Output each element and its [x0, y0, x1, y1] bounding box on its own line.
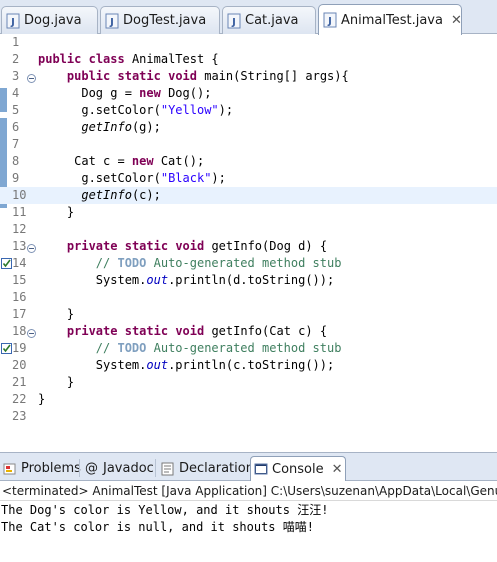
- tab-label: Declaration: [179, 461, 254, 476]
- line-number: 8: [12, 154, 20, 168]
- line-number: 9: [12, 171, 20, 185]
- code-line: 18 private static void getInfo(Cat c) {: [12, 324, 328, 338]
- svg-text:J: J: [10, 17, 15, 28]
- tab-label: Console: [272, 461, 324, 477]
- console-status-line: <terminated> AnimalTest [Java Applicatio…: [0, 481, 497, 501]
- close-icon[interactable]: ✕: [451, 13, 462, 28]
- line-number: 19: [12, 341, 27, 355]
- code-line: 12: [0, 221, 497, 238]
- tab-cat-java[interactable]: J Cat.java: [222, 6, 316, 34]
- line-number: 2: [12, 52, 20, 66]
- line-number: 21: [12, 375, 27, 389]
- views-tab-bar: Problems @ Javadoc Declaration Console ✕: [0, 452, 497, 481]
- tab-declaration[interactable]: Declaration: [158, 456, 254, 481]
- code-line: 13 private static void getInfo(Dog d) {: [12, 239, 328, 253]
- tab-label: Javadoc: [103, 461, 154, 476]
- svg-text:J: J: [109, 17, 114, 28]
- svg-text:J: J: [231, 17, 236, 28]
- tab-animaltest-java[interactable]: J AnimalTest.java ✕: [318, 4, 462, 35]
- tab-label: DogTest.java: [123, 13, 207, 28]
- line-number: 7: [12, 137, 20, 151]
- line-number: 12: [12, 222, 27, 236]
- java-file-icon: J: [6, 13, 20, 29]
- console-line: The Dog's color is Yellow, and it shouts…: [1, 503, 329, 517]
- code-line: 11 }: [12, 205, 75, 219]
- tab-dogtest-java[interactable]: J DogTest.java: [100, 6, 220, 34]
- line-number: 10: [12, 188, 27, 202]
- java-file-icon: J: [323, 12, 337, 28]
- tab-label: AnimalTest.java: [341, 12, 443, 28]
- code-line: 4 Dog g = new Dog();: [12, 86, 212, 100]
- tab-separator: [155, 459, 156, 477]
- editor-tab-bar: J Dog.java J DogTest.java J Cat.java J A…: [0, 0, 497, 35]
- line-number: 20: [12, 358, 27, 372]
- code-line: 14 // TODO Auto-generated method stub: [0, 255, 497, 272]
- console-line: The Cat's color is null, and it shouts 喵…: [1, 520, 314, 534]
- tab-problems[interactable]: Problems: [0, 456, 81, 481]
- code-line: 1: [0, 35, 497, 51]
- line-number: 1: [12, 35, 20, 49]
- console-output[interactable]: The Dog's color is Yellow, and it shouts…: [0, 502, 497, 536]
- code-line: 19 // TODO Auto-generated method stub: [0, 340, 497, 357]
- svg-text:J: J: [327, 16, 332, 27]
- task-checkbox-icon[interactable]: [1, 257, 12, 269]
- tab-console[interactable]: Console ✕: [250, 456, 346, 481]
- code-line: 16: [0, 289, 497, 306]
- fold-collapse-icon[interactable]: [27, 241, 36, 253]
- line-number: 5: [12, 103, 20, 117]
- console-icon: [254, 462, 268, 476]
- tab-label: Dog.java: [24, 13, 82, 28]
- tab-label: Problems: [21, 461, 81, 476]
- line-number: 4: [12, 86, 20, 100]
- java-file-icon: J: [105, 13, 119, 29]
- code-line: 3 public static void main(String[] args)…: [12, 69, 349, 83]
- code-line: 5 g.setColor("Yellow");: [12, 103, 234, 117]
- code-line: 21 }: [12, 375, 75, 389]
- code-line: 6 getInfo(g);: [12, 120, 161, 134]
- bottom-views-panel: Problems @ Javadoc Declaration Console ✕…: [0, 452, 497, 562]
- java-file-icon: J: [227, 13, 241, 29]
- line-number: 6: [12, 120, 20, 134]
- declaration-icon: [161, 462, 175, 476]
- code-line: 20 System.out.println(c.toString());: [12, 358, 335, 372]
- line-number: 11: [12, 205, 27, 219]
- code-line: 15 System.out.println(d.toString());: [12, 273, 335, 287]
- code-line: 9 g.setColor("Black");: [12, 171, 226, 185]
- current-code-line: 10 getInfo(c);: [0, 187, 497, 204]
- tab-separator: [79, 459, 80, 477]
- tab-label: Cat.java: [245, 13, 299, 28]
- line-number: 17: [12, 307, 27, 321]
- code-line: 7: [0, 136, 497, 153]
- at-icon: @: [85, 460, 98, 476]
- line-number: 15: [12, 273, 27, 287]
- line-number: 22: [12, 392, 27, 406]
- code-line: 17 }: [12, 307, 75, 321]
- code-line: 22}: [12, 392, 46, 406]
- fold-collapse-icon[interactable]: [27, 326, 36, 338]
- task-checkbox-icon[interactable]: [1, 342, 12, 354]
- problems-icon: [3, 462, 17, 476]
- close-icon[interactable]: ✕: [332, 462, 343, 477]
- code-lines: 1 2 public class AnimalTest { 3 public st…: [0, 35, 497, 425]
- code-line: 8 Cat c = new Cat();: [12, 154, 205, 168]
- tab-javadoc[interactable]: @ Javadoc: [82, 456, 156, 481]
- fold-collapse-icon[interactable]: [27, 71, 36, 83]
- line-number: 23: [12, 409, 27, 423]
- tab-dog-java[interactable]: J Dog.java: [1, 6, 98, 34]
- code-line: 2 public class AnimalTest {: [12, 52, 219, 66]
- line-number: 14: [12, 256, 27, 270]
- code-line: 23: [0, 408, 497, 425]
- code-editor[interactable]: 1 2 public class AnimalTest { 3 public st…: [0, 35, 497, 432]
- line-number: 16: [12, 290, 27, 304]
